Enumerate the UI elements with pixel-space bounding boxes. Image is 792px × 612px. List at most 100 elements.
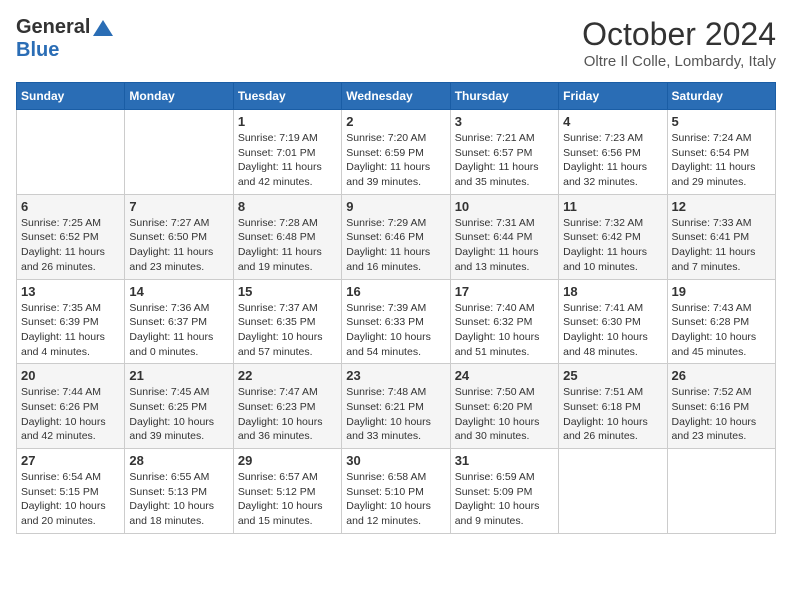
calendar-cell: 8Sunrise: 7:28 AM Sunset: 6:48 PM Daylig… (233, 194, 341, 279)
calendar-cell: 10 Sunrise: 7:31 AM Sunset: 6:44 PM Dayli… (450, 194, 558, 279)
day-number: 14 (129, 284, 228, 299)
day-number: 19 (672, 284, 771, 299)
calendar-day-header: Sunday (17, 83, 125, 110)
day-number: 24 (455, 368, 554, 383)
day-number: 27 (21, 453, 120, 468)
calendar-week-row: 1 Sunrise: 7:19 AM Sunset: 7:01 PM Daylig… (17, 110, 776, 195)
day-number: 7 (129, 199, 228, 214)
day-info: Sunrise: 6:55 AM Sunset: 5:13 PM Dayligh… (129, 470, 228, 529)
calendar-cell: 6 Sunrise: 7:25 AM Sunset: 6:52 PM Daylig… (17, 194, 125, 279)
calendar-cell: 31Sunrise: 6:59 AM Sunset: 5:09 PM Dayli… (450, 449, 558, 534)
day-info: Sunrise: 7:31 AM Sunset: 6:44 PM Dayligh… (455, 216, 554, 275)
day-number: 22 (238, 368, 337, 383)
day-info: Sunrise: 7:40 AM Sunset: 6:32 PM Dayligh… (455, 301, 554, 360)
calendar-cell: 16 Sunrise: 7:39 AM Sunset: 6:33 PM Dayli… (342, 279, 450, 364)
day-number: 4 (563, 114, 662, 129)
calendar-cell (17, 110, 125, 195)
calendar-cell: 15 Sunrise: 7:37 AM Sunset: 6:35 PM Dayli… (233, 279, 341, 364)
calendar-body: 1 Sunrise: 7:19 AM Sunset: 7:01 PM Daylig… (17, 110, 776, 534)
calendar-day-header: Wednesday (342, 83, 450, 110)
calendar-cell: 19 Sunrise: 7:43 AM Sunset: 6:28 PM Dayli… (667, 279, 775, 364)
calendar-cell: 9Sunrise: 7:29 AM Sunset: 6:46 PM Daylig… (342, 194, 450, 279)
day-number: 10 (455, 199, 554, 214)
day-info: Sunrise: 7:29 AM Sunset: 6:46 PM Dayligh… (346, 216, 445, 275)
day-info: Sunrise: 7:21 AM Sunset: 6:57 PM Dayligh… (455, 131, 554, 190)
day-info: Sunrise: 7:36 AM Sunset: 6:37 PM Dayligh… (129, 301, 228, 360)
day-number: 25 (563, 368, 662, 383)
logo-icon (92, 17, 114, 39)
calendar-cell: 4 Sunrise: 7:23 AM Sunset: 6:56 PM Daylig… (559, 110, 667, 195)
calendar-cell: 5 Sunrise: 7:24 AM Sunset: 6:54 PM Daylig… (667, 110, 775, 195)
calendar-cell: 28 Sunrise: 6:55 AM Sunset: 5:13 PM Dayli… (125, 449, 233, 534)
day-info: Sunrise: 7:48 AM Sunset: 6:21 PM Dayligh… (346, 385, 445, 444)
day-info: Sunrise: 7:23 AM Sunset: 6:56 PM Dayligh… (563, 131, 662, 190)
calendar-day-header: Saturday (667, 83, 775, 110)
day-number: 6 (21, 199, 120, 214)
day-number: 16 (346, 284, 445, 299)
day-info: Sunrise: 7:52 AM Sunset: 6:16 PM Dayligh… (672, 385, 771, 444)
calendar-week-row: 6 Sunrise: 7:25 AM Sunset: 6:52 PM Daylig… (17, 194, 776, 279)
calendar-cell: 25Sunrise: 7:51 AM Sunset: 6:18 PM Dayli… (559, 364, 667, 449)
day-number: 17 (455, 284, 554, 299)
day-info: Sunrise: 7:20 AM Sunset: 6:59 PM Dayligh… (346, 131, 445, 190)
day-info: Sunrise: 7:41 AM Sunset: 6:30 PM Dayligh… (563, 301, 662, 360)
calendar-cell: 23 Sunrise: 7:48 AM Sunset: 6:21 PM Dayli… (342, 364, 450, 449)
day-info: Sunrise: 7:33 AM Sunset: 6:41 PM Dayligh… (672, 216, 771, 275)
day-number: 30 (346, 453, 445, 468)
day-info: Sunrise: 7:43 AM Sunset: 6:28 PM Dayligh… (672, 301, 771, 360)
calendar-cell: 7Sunrise: 7:27 AM Sunset: 6:50 PM Daylig… (125, 194, 233, 279)
calendar-day-header: Friday (559, 83, 667, 110)
day-number: 23 (346, 368, 445, 383)
calendar-cell: 21Sunrise: 7:45 AM Sunset: 6:25 PM Dayli… (125, 364, 233, 449)
page-header: General Blue October 2024 Oltre Il Colle… (16, 16, 776, 70)
day-info: Sunrise: 7:32 AM Sunset: 6:42 PM Dayligh… (563, 216, 662, 275)
day-number: 3 (455, 114, 554, 129)
day-number: 5 (672, 114, 771, 129)
day-number: 15 (238, 284, 337, 299)
calendar-cell: 11Sunrise: 7:32 AM Sunset: 6:42 PM Dayli… (559, 194, 667, 279)
day-info: Sunrise: 7:35 AM Sunset: 6:39 PM Dayligh… (21, 301, 120, 360)
logo-general-text: General (16, 16, 90, 39)
day-info: Sunrise: 6:57 AM Sunset: 5:12 PM Dayligh… (238, 470, 337, 529)
calendar-day-header: Tuesday (233, 83, 341, 110)
day-number: 29 (238, 453, 337, 468)
calendar-header-row: SundayMondayTuesdayWednesdayThursdayFrid… (17, 83, 776, 110)
calendar-cell: 14 Sunrise: 7:36 AM Sunset: 6:37 PM Dayli… (125, 279, 233, 364)
day-number: 28 (129, 453, 228, 468)
logo: General Blue (16, 16, 114, 62)
day-number: 31 (455, 453, 554, 468)
calendar-week-row: 20Sunrise: 7:44 AM Sunset: 6:26 PM Dayli… (17, 364, 776, 449)
calendar-cell: 12Sunrise: 7:33 AM Sunset: 6:41 PM Dayli… (667, 194, 775, 279)
calendar-cell: 24 Sunrise: 7:50 AM Sunset: 6:20 PM Dayli… (450, 364, 558, 449)
calendar-day-header: Thursday (450, 83, 558, 110)
calendar-cell: 22Sunrise: 7:47 AM Sunset: 6:23 PM Dayli… (233, 364, 341, 449)
day-info: Sunrise: 6:58 AM Sunset: 5:10 PM Dayligh… (346, 470, 445, 529)
location-title: Oltre Il Colle, Lombardy, Italy (582, 53, 776, 70)
calendar-cell: 20Sunrise: 7:44 AM Sunset: 6:26 PM Dayli… (17, 364, 125, 449)
calendar-week-row: 13 Sunrise: 7:35 AM Sunset: 6:39 PM Dayli… (17, 279, 776, 364)
day-number: 21 (129, 368, 228, 383)
calendar-cell (125, 110, 233, 195)
day-number: 1 (238, 114, 337, 129)
day-number: 20 (21, 368, 120, 383)
calendar-day-header: Monday (125, 83, 233, 110)
calendar-table: SundayMondayTuesdayWednesdayThursdayFrid… (16, 82, 776, 534)
day-info: Sunrise: 7:50 AM Sunset: 6:20 PM Dayligh… (455, 385, 554, 444)
calendar-cell: 3 Sunrise: 7:21 AM Sunset: 6:57 PM Daylig… (450, 110, 558, 195)
day-number: 18 (563, 284, 662, 299)
calendar-cell: 30 Sunrise: 6:58 AM Sunset: 5:10 PM Dayli… (342, 449, 450, 534)
day-info: Sunrise: 7:19 AM Sunset: 7:01 PM Dayligh… (238, 131, 337, 190)
day-number: 26 (672, 368, 771, 383)
calendar-cell: 29 Sunrise: 6:57 AM Sunset: 5:12 PM Dayli… (233, 449, 341, 534)
calendar-cell: 17 Sunrise: 7:40 AM Sunset: 6:32 PM Dayli… (450, 279, 558, 364)
day-number: 2 (346, 114, 445, 129)
calendar-cell: 2 Sunrise: 7:20 AM Sunset: 6:59 PM Daylig… (342, 110, 450, 195)
month-title: October 2024 (582, 16, 776, 53)
calendar-cell: 26 Sunrise: 7:52 AM Sunset: 6:16 PM Dayli… (667, 364, 775, 449)
calendar-cell: 1 Sunrise: 7:19 AM Sunset: 7:01 PM Daylig… (233, 110, 341, 195)
day-info: Sunrise: 7:37 AM Sunset: 6:35 PM Dayligh… (238, 301, 337, 360)
day-info: Sunrise: 7:25 AM Sunset: 6:52 PM Dayligh… (21, 216, 120, 275)
day-info: Sunrise: 7:24 AM Sunset: 6:54 PM Dayligh… (672, 131, 771, 190)
day-info: Sunrise: 7:39 AM Sunset: 6:33 PM Dayligh… (346, 301, 445, 360)
day-number: 13 (21, 284, 120, 299)
